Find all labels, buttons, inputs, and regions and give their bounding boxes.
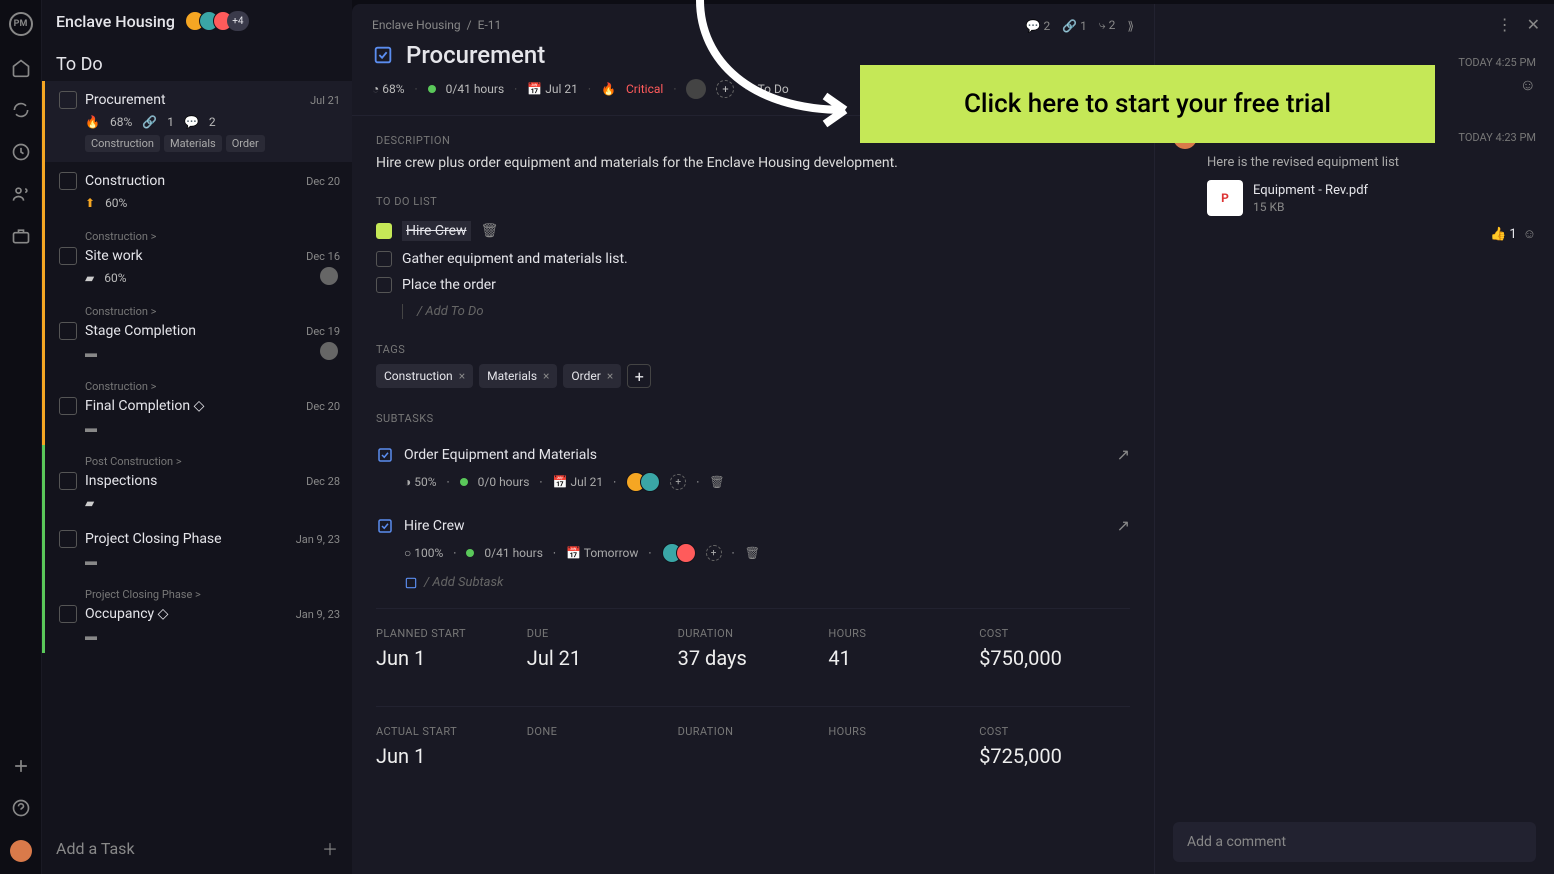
add-assignee-button[interactable]: + (716, 80, 734, 98)
arrow-flat-icon: ▰ (85, 271, 94, 285)
assignee-avatar[interactable] (686, 79, 706, 99)
task-title: Procurement (406, 41, 545, 69)
section-label: SUBTASKS (376, 412, 1130, 425)
open-subtask-icon[interactable]: ↗ (1117, 445, 1130, 464)
todo-item[interactable]: Hire Crew🗑 (376, 216, 1130, 246)
column-title: To Do (42, 42, 352, 81)
task-checkbox[interactable] (59, 605, 77, 623)
tag-chip[interactable]: Materials× (479, 364, 557, 388)
task-sidebar: Enclave Housing +4 To Do ProcurementJul … (42, 0, 352, 874)
remove-tag-icon[interactable]: × (543, 369, 549, 383)
home-icon[interactable] (11, 58, 31, 78)
flame-icon: 🔥 (85, 115, 100, 129)
refresh-icon[interactable] (11, 100, 31, 120)
emoji-react-icon[interactable]: ☺ (1523, 226, 1536, 242)
task-list: ProcurementJul 21 🔥68%🔗1💬2 ConstructionM… (42, 81, 352, 822)
task-type-icon (376, 517, 394, 535)
trash-icon[interactable]: 🗑 (481, 223, 499, 239)
arrow-flat-icon: ▰ (85, 496, 94, 510)
add-assignee-button[interactable]: + (706, 545, 722, 561)
pdf-icon: P (1207, 180, 1243, 216)
member-avatars[interactable]: +4 (185, 11, 249, 31)
add-task-button[interactable]: Add a Task ＋ (42, 822, 352, 874)
tag-chip[interactable]: Order× (563, 364, 621, 388)
task-type-icon (376, 446, 394, 464)
dash-icon: ▬ (85, 554, 97, 568)
arrow-up-icon: ⬆ (85, 196, 95, 210)
dash-icon: ▬ (85, 421, 97, 435)
add-icon[interactable] (11, 756, 31, 776)
task-construction[interactable]: ConstructionDec 20 ⬆60% (42, 162, 352, 220)
dash-icon: ▬ (85, 346, 97, 360)
project-title: Enclave Housing (56, 12, 175, 31)
expand-icon[interactable]: ⟫ (1127, 19, 1134, 33)
task-checkbox[interactable] (59, 322, 77, 340)
task-procurement[interactable]: ProcurementJul 21 🔥68%🔗1💬2 ConstructionM… (42, 81, 352, 162)
calendar-icon[interactable]: 📅 Jul 21 (527, 82, 578, 96)
clock-icon[interactable] (11, 142, 31, 162)
open-subtask-icon[interactable]: ↗ (1117, 516, 1130, 535)
add-tag-button[interactable]: + (627, 364, 651, 388)
thumbs-up-reaction[interactable]: 👍 1 (1490, 227, 1517, 242)
comment-icon: 💬 (184, 115, 199, 129)
help-icon[interactable] (11, 798, 31, 818)
task-stage-completion[interactable]: Construction > Stage CompletionDec 19 ▬ (42, 295, 352, 370)
subtasks-count-icon[interactable]: ⤷ 2 (1099, 18, 1115, 33)
task-inspections[interactable]: Post Construction > InspectionsDec 28 ▰ (42, 445, 352, 520)
remove-tag-icon[interactable]: × (459, 369, 465, 383)
team-icon[interactable] (11, 184, 31, 204)
icon-rail: PM (0, 0, 42, 874)
task-occupancy[interactable]: Project Closing Phase > Occupancy ◇Jan 9… (42, 578, 352, 653)
task-checkbox[interactable] (59, 172, 77, 190)
todo-item[interactable]: Gather equipment and materials list. (376, 246, 1130, 272)
add-todo-input[interactable]: / Add To Do (402, 304, 1130, 319)
cta-banner[interactable]: Click here to start your free trial (860, 65, 1435, 143)
todo-checkbox[interactable] (376, 251, 392, 267)
plus-icon: ＋ (322, 836, 338, 860)
tag-chip[interactable]: Construction× (376, 364, 473, 388)
task-checkbox[interactable] (59, 91, 77, 109)
link-icon: 🔗 (142, 115, 157, 129)
comment-input[interactable]: Add a comment (1173, 822, 1536, 862)
attachment[interactable]: P Equipment - Rev.pdf 15 KB (1207, 180, 1536, 216)
assignee-avatar[interactable] (320, 342, 338, 360)
section-label: TAGS (376, 343, 1130, 356)
task-checkbox[interactable] (59, 247, 77, 265)
flame-icon: 🔥 (601, 82, 616, 96)
add-assignee-button[interactable]: + (670, 474, 686, 490)
todo-checkbox[interactable] (376, 223, 392, 239)
actual-stats: ACTUAL STARTJun 1 DONE DURATION HOURS CO… (376, 706, 1130, 786)
app-logo[interactable]: PM (9, 12, 33, 36)
comments-count-icon[interactable]: 💬 2 (1026, 19, 1051, 33)
trash-icon[interactable]: 🗑 (745, 546, 760, 560)
add-subtask-input[interactable]: / Add Subtask (376, 575, 1130, 590)
todo-checkbox[interactable] (376, 277, 392, 293)
task-checkbox[interactable] (59, 397, 77, 415)
remove-tag-icon[interactable]: × (607, 369, 613, 383)
task-final-completion[interactable]: Construction > Final Completion ◇Dec 20 … (42, 370, 352, 445)
more-icon[interactable]: ⋮ (1497, 15, 1513, 34)
current-user-avatar[interactable] (10, 840, 32, 862)
trash-icon[interactable]: 🗑 (709, 475, 724, 489)
task-sitework[interactable]: Construction > Site workDec 16 ▰60% (42, 220, 352, 295)
briefcase-icon[interactable] (11, 226, 31, 246)
dash-icon: ▬ (85, 629, 97, 643)
subtask-item[interactable]: Order Equipment and Materials↗ ◑ 50%·0/0… (376, 433, 1130, 504)
task-checkbox[interactable] (59, 530, 77, 548)
subtask-item[interactable]: Hire Crew↗ ○ 100%·0/41 hours·📅 Tomorrow·… (376, 504, 1130, 575)
task-checkbox[interactable] (59, 472, 77, 490)
tags-row: Construction× Materials× Order× + (376, 364, 1130, 388)
task-type-icon (372, 44, 394, 66)
breadcrumb[interactable]: Enclave Housing/E-11 (372, 18, 501, 33)
close-icon[interactable]: ✕ (1527, 15, 1540, 34)
task-project-closing[interactable]: Project Closing PhaseJan 9, 23 ▬ (42, 520, 352, 578)
todo-item[interactable]: Place the order (376, 272, 1130, 298)
section-label: TO DO LIST (376, 195, 1130, 208)
planned-stats: PLANNED STARTJun 1 DUEJul 21 DURATION37 … (376, 608, 1130, 688)
links-count-icon[interactable]: 🔗 1 (1062, 19, 1087, 33)
description-text[interactable]: Hire crew plus order equipment and mater… (376, 155, 1130, 171)
assignee-avatar[interactable] (320, 267, 338, 285)
